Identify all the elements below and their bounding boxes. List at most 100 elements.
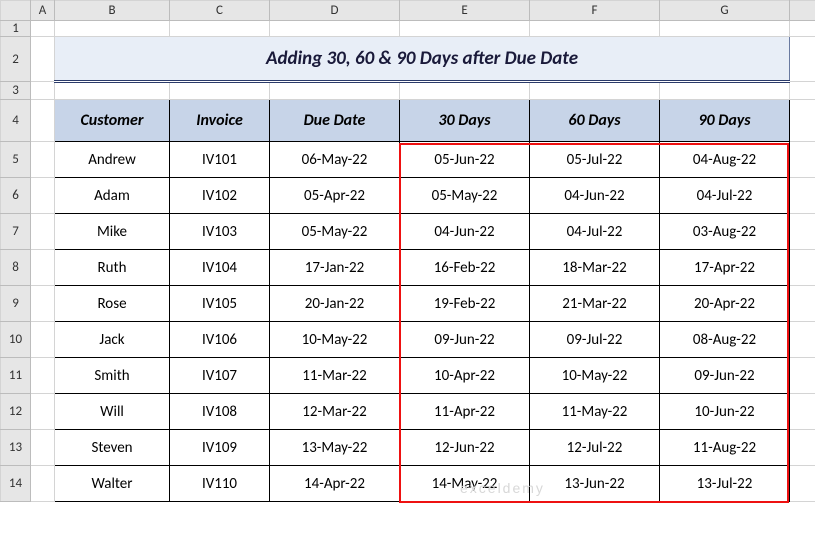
select-all-corner[interactable]: [1, 1, 31, 21]
cell-customer[interactable]: Walter: [55, 466, 170, 502]
cell-d90[interactable]: 03-Aug-22: [660, 214, 790, 250]
row-header-3[interactable]: 3: [1, 82, 31, 100]
header-60days[interactable]: 60 Days: [530, 100, 660, 142]
row-header-7[interactable]: 7: [1, 214, 31, 250]
cell-d30[interactable]: 04-Jun-22: [400, 214, 530, 250]
col-header-extra[interactable]: [790, 1, 815, 21]
row-header-11[interactable]: 11: [1, 358, 31, 394]
cell-d90[interactable]: 10-Jun-22: [660, 394, 790, 430]
cell-B3[interactable]: [55, 82, 170, 100]
cell-B1[interactable]: [55, 21, 170, 37]
cell-D3[interactable]: [270, 82, 400, 100]
cell-d60[interactable]: 13-Jun-22: [530, 466, 660, 502]
cell-d30[interactable]: 16-Feb-22: [400, 250, 530, 286]
cell-due[interactable]: 17-Jan-22: [270, 250, 400, 286]
cell-d60[interactable]: 21-Mar-22: [530, 286, 660, 322]
cell-G1[interactable]: [660, 21, 790, 37]
cell-due[interactable]: 13-May-22: [270, 430, 400, 466]
col-header-D[interactable]: D: [270, 1, 400, 21]
row-header-14[interactable]: 14: [1, 466, 31, 502]
cell-due[interactable]: 20-Jan-22: [270, 286, 400, 322]
row-header-13[interactable]: 13: [1, 430, 31, 466]
cell-A2[interactable]: [31, 37, 55, 82]
cell-due[interactable]: 14-Apr-22: [270, 466, 400, 502]
cell-customer[interactable]: Jack: [55, 322, 170, 358]
cell-invoice[interactable]: IV110: [170, 466, 270, 502]
cell-F1[interactable]: [530, 21, 660, 37]
header-customer[interactable]: Customer: [55, 100, 170, 142]
cell-invoice[interactable]: IV105: [170, 286, 270, 322]
cell-due[interactable]: 12-Mar-22: [270, 394, 400, 430]
cell-customer[interactable]: Will: [55, 394, 170, 430]
cell-d90[interactable]: 20-Apr-22: [660, 286, 790, 322]
cell-invoice[interactable]: IV108: [170, 394, 270, 430]
cell-F3[interactable]: [530, 82, 660, 100]
cell-due[interactable]: 05-Apr-22: [270, 178, 400, 214]
cell-d60[interactable]: 04-Jun-22: [530, 178, 660, 214]
col-header-B[interactable]: B: [55, 1, 170, 21]
cell-customer[interactable]: Smith: [55, 358, 170, 394]
cell-d30[interactable]: 09-Jun-22: [400, 322, 530, 358]
cell-d30[interactable]: 05-Jun-22: [400, 142, 530, 178]
cell-d30[interactable]: 19-Feb-22: [400, 286, 530, 322]
cell-d60[interactable]: 18-Mar-22: [530, 250, 660, 286]
cell-d60[interactable]: 11-May-22: [530, 394, 660, 430]
cell-H5[interactable]: [790, 142, 815, 178]
cell-customer[interactable]: Rose: [55, 286, 170, 322]
spreadsheet-grid[interactable]: A B C D E F G 1 2 Adding 30, 60 & 90 Day…: [0, 0, 815, 502]
col-header-G[interactable]: G: [660, 1, 790, 21]
cell-customer[interactable]: Steven: [55, 430, 170, 466]
cell-d90[interactable]: 11-Aug-22: [660, 430, 790, 466]
cell-d60[interactable]: 05-Jul-22: [530, 142, 660, 178]
cell-customer[interactable]: Adam: [55, 178, 170, 214]
cell-d60[interactable]: 09-Jul-22: [530, 322, 660, 358]
cell-invoice[interactable]: IV104: [170, 250, 270, 286]
cell-due[interactable]: 10-May-22: [270, 322, 400, 358]
cell-d30[interactable]: 10-Apr-22: [400, 358, 530, 394]
row-header-4[interactable]: 4: [1, 100, 31, 142]
cell-d60[interactable]: 04-Jul-22: [530, 214, 660, 250]
cell-due[interactable]: 05-May-22: [270, 214, 400, 250]
cell-due[interactable]: 06-May-22: [270, 142, 400, 178]
col-header-C[interactable]: C: [170, 1, 270, 21]
cell-H4[interactable]: [790, 100, 815, 142]
cell-customer[interactable]: Mike: [55, 214, 170, 250]
cell-d30[interactable]: 05-May-22: [400, 178, 530, 214]
cell-d90[interactable]: 08-Aug-22: [660, 322, 790, 358]
cell-C3[interactable]: [170, 82, 270, 100]
row-header-9[interactable]: 9: [1, 286, 31, 322]
row-header-6[interactable]: 6: [1, 178, 31, 214]
col-header-E[interactable]: E: [400, 1, 530, 21]
row-header-5[interactable]: 5: [1, 142, 31, 178]
col-header-A[interactable]: A: [31, 1, 55, 21]
title-cell[interactable]: Adding 30, 60 & 90 Days after Due Date: [55, 37, 790, 82]
row-header-10[interactable]: 10: [1, 322, 31, 358]
header-invoice[interactable]: Invoice: [170, 100, 270, 142]
cell-d90[interactable]: 04-Jul-22: [660, 178, 790, 214]
header-due[interactable]: Due Date: [270, 100, 400, 142]
cell-customer[interactable]: Andrew: [55, 142, 170, 178]
cell-E1[interactable]: [400, 21, 530, 37]
cell-d90[interactable]: 09-Jun-22: [660, 358, 790, 394]
cell-E3[interactable]: [400, 82, 530, 100]
cell-A5[interactable]: [31, 142, 55, 178]
cell-d30[interactable]: 11-Apr-22: [400, 394, 530, 430]
cell-customer[interactable]: Ruth: [55, 250, 170, 286]
cell-A3[interactable]: [31, 82, 55, 100]
cell-invoice[interactable]: IV101: [170, 142, 270, 178]
cell-d90[interactable]: 13-Jul-22: [660, 466, 790, 502]
cell-invoice[interactable]: IV102: [170, 178, 270, 214]
cell-H3[interactable]: [790, 82, 815, 100]
cell-H1[interactable]: [790, 21, 815, 37]
cell-invoice[interactable]: IV103: [170, 214, 270, 250]
row-header-2[interactable]: 2: [1, 37, 31, 82]
cell-invoice[interactable]: IV109: [170, 430, 270, 466]
cell-d90[interactable]: 04-Aug-22: [660, 142, 790, 178]
row-header-1[interactable]: 1: [1, 21, 31, 37]
cell-G3[interactable]: [660, 82, 790, 100]
header-30days[interactable]: 30 Days: [400, 100, 530, 142]
row-header-12[interactable]: 12: [1, 394, 31, 430]
col-header-F[interactable]: F: [530, 1, 660, 21]
cell-due[interactable]: 11-Mar-22: [270, 358, 400, 394]
row-header-8[interactable]: 8: [1, 250, 31, 286]
